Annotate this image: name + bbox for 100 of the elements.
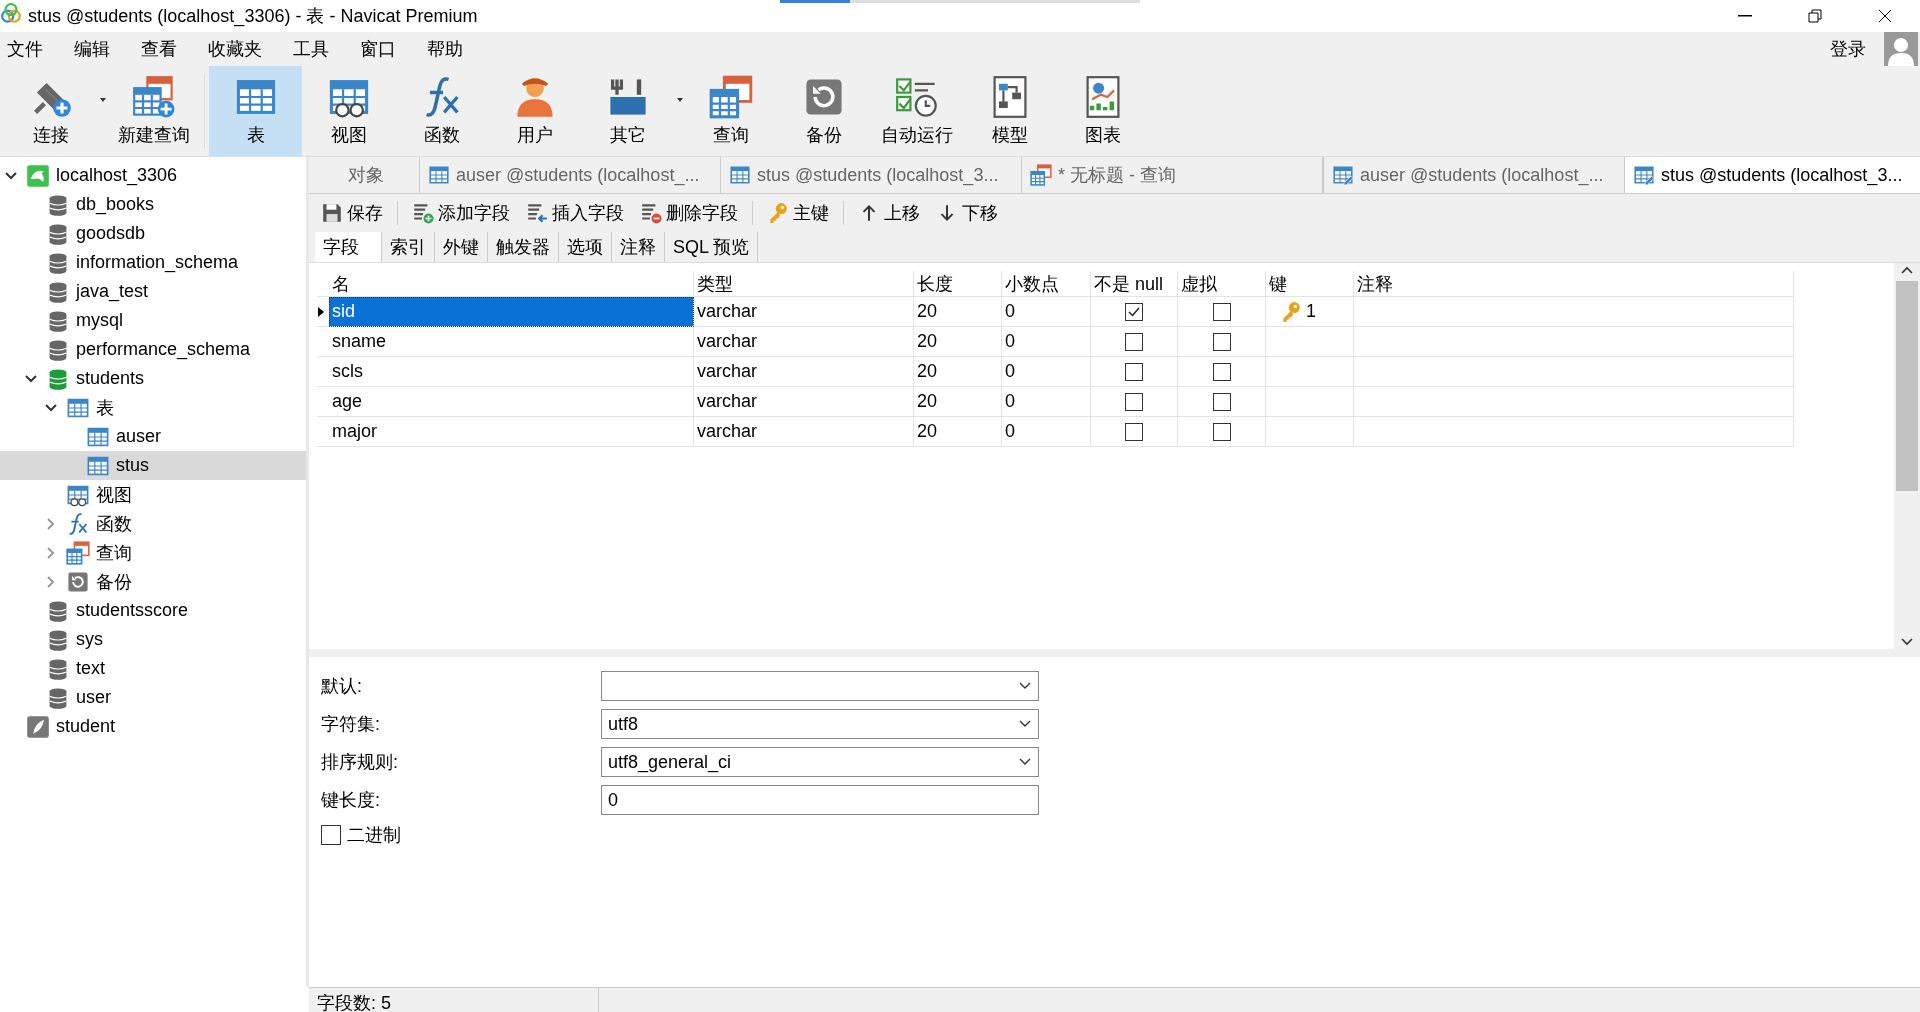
key-cell[interactable] [1266,417,1354,447]
column-header[interactable]: 注释 [1354,271,1794,297]
toolbar-button[interactable]: 表 [209,66,302,156]
dropdown-field[interactable] [601,671,1039,701]
tree-item[interactable]: auser [0,422,306,451]
checkbox[interactable] [1125,302,1143,321]
toolbar-button[interactable]: 连接 [4,66,97,156]
toolbar-button[interactable]: 函数 [395,66,488,156]
decimals-cell[interactable]: 0 [1002,297,1091,327]
chevron-down-icon[interactable] [1018,719,1032,729]
checkbox[interactable] [1212,332,1231,351]
column-header[interactable]: 小数点 [1002,271,1091,297]
comment-cell[interactable] [1354,327,1794,357]
editor-toolbar-button[interactable]: 保存 [315,199,389,227]
tree-item[interactable]: goodsdb [0,219,306,248]
column-header[interactable]: 长度 [914,271,1002,297]
sub-tab[interactable]: 字段 [315,232,382,262]
length-cell[interactable]: 20 [914,357,1002,387]
avatar-icon[interactable] [1884,32,1918,66]
document-tab[interactable]: stus @students (localhost_3... [1625,157,1920,193]
menu-item[interactable]: 文件 [2,37,55,61]
dropdown-field[interactable]: utf8_general_ci [601,747,1039,777]
toolbar-button[interactable]: 视图 [302,66,395,156]
toolbar-button[interactable]: 模型 [963,66,1056,156]
editor-toolbar-button[interactable]: 主键 [761,199,835,227]
column-header[interactable]: 键 [1266,271,1354,297]
tree-item[interactable]: localhost_3306 [0,161,306,190]
tree-item[interactable]: studentsscore [0,596,306,625]
length-cell[interactable]: 20 [914,417,1002,447]
document-tab[interactable]: auser @students (localhost_... [1324,157,1625,193]
comment-cell[interactable] [1354,387,1794,417]
menu-item[interactable]: 工具 [288,37,341,61]
editor-toolbar-button[interactable]: 删除字段 [634,199,744,227]
toolbar-button[interactable]: 自动运行 [870,66,963,156]
document-tab[interactable]: 对象 [313,157,420,193]
name-cell[interactable]: sname [329,327,694,357]
key-cell[interactable] [1266,327,1354,357]
type-cell[interactable]: varchar [694,387,914,417]
toolbar-button[interactable]: 用户 [488,66,581,156]
scrollbar[interactable] [1894,263,1920,649]
name-cell[interactable]: major [329,417,694,447]
name-cell[interactable]: age [329,387,694,417]
chevron-down-icon[interactable] [1018,681,1032,691]
checkbox[interactable] [1125,332,1143,351]
tree-item[interactable]: mysql [0,306,306,335]
tree-item[interactable]: 查询 [0,538,306,567]
editor-toolbar-button[interactable]: 插入字段 [520,199,630,227]
chevron-down-icon[interactable] [1018,757,1032,767]
toolbar-button[interactable]: 备份 [777,66,870,156]
editor-toolbar-button[interactable]: 添加字段 [406,199,516,227]
input-field[interactable]: 0 [601,785,1039,815]
tree-item[interactable]: sys [0,625,306,654]
tree-item[interactable]: text [0,654,306,683]
checkbox[interactable] [1212,302,1231,321]
key-cell[interactable] [1266,357,1354,387]
tree-item[interactable]: stus [0,451,306,480]
decimals-cell[interactable]: 0 [1002,327,1091,357]
dropdown-icon[interactable] [100,98,106,102]
checkbox[interactable] [1125,392,1143,411]
toolbar-button[interactable]: 新建查询 [107,66,200,156]
tree-item[interactable]: student [0,712,306,741]
document-tab[interactable]: stus @students (localhost_3... [721,157,1022,193]
checkbox[interactable] [321,825,341,845]
login-link[interactable]: 登录 [1825,37,1878,61]
toolbar-button[interactable]: 查询 [684,66,777,156]
tree-item[interactable]: 备份 [0,567,306,596]
tree-item[interactable]: java_test [0,277,306,306]
menu-item[interactable]: 收藏夹 [203,37,274,61]
tree-item[interactable]: information_schema [0,248,306,277]
length-cell[interactable]: 20 [914,387,1002,417]
type-cell[interactable]: varchar [694,417,914,447]
dropdown-field[interactable]: utf8 [601,709,1039,739]
decimals-cell[interactable]: 0 [1002,357,1091,387]
checkbox[interactable] [1125,422,1143,441]
decimals-cell[interactable]: 0 [1002,387,1091,417]
editor-toolbar-button[interactable]: 上移 [852,199,926,227]
key-cell[interactable] [1266,387,1354,417]
type-cell[interactable]: varchar [694,357,914,387]
tree-item[interactable]: user [0,683,306,712]
length-cell[interactable]: 20 [914,297,1002,327]
name-cell[interactable]: sid [329,297,694,327]
comment-cell[interactable] [1354,417,1794,447]
menu-item[interactable]: 帮助 [422,37,475,61]
menu-item[interactable]: 编辑 [69,37,122,61]
checkbox[interactable] [1212,362,1231,381]
document-tab[interactable]: * 无标题 - 查询 [1022,157,1323,193]
type-cell[interactable]: varchar [694,327,914,357]
column-header[interactable]: 不是 null [1091,271,1178,297]
tree-item[interactable]: performance_schema [0,335,306,364]
document-tab[interactable]: auser @students (localhost_... [420,157,721,193]
length-cell[interactable]: 20 [914,327,1002,357]
tree-item[interactable]: 表 [0,393,306,422]
checkbox[interactable] [1212,422,1231,441]
comment-cell[interactable] [1354,297,1794,327]
decimals-cell[interactable]: 0 [1002,417,1091,447]
editor-toolbar-button[interactable]: 下移 [930,199,1004,227]
checkbox[interactable] [1125,362,1143,381]
tree-item[interactable]: db_books [0,190,306,219]
column-header[interactable]: 类型 [694,271,914,297]
tree-item[interactable]: 函数 [0,509,306,538]
